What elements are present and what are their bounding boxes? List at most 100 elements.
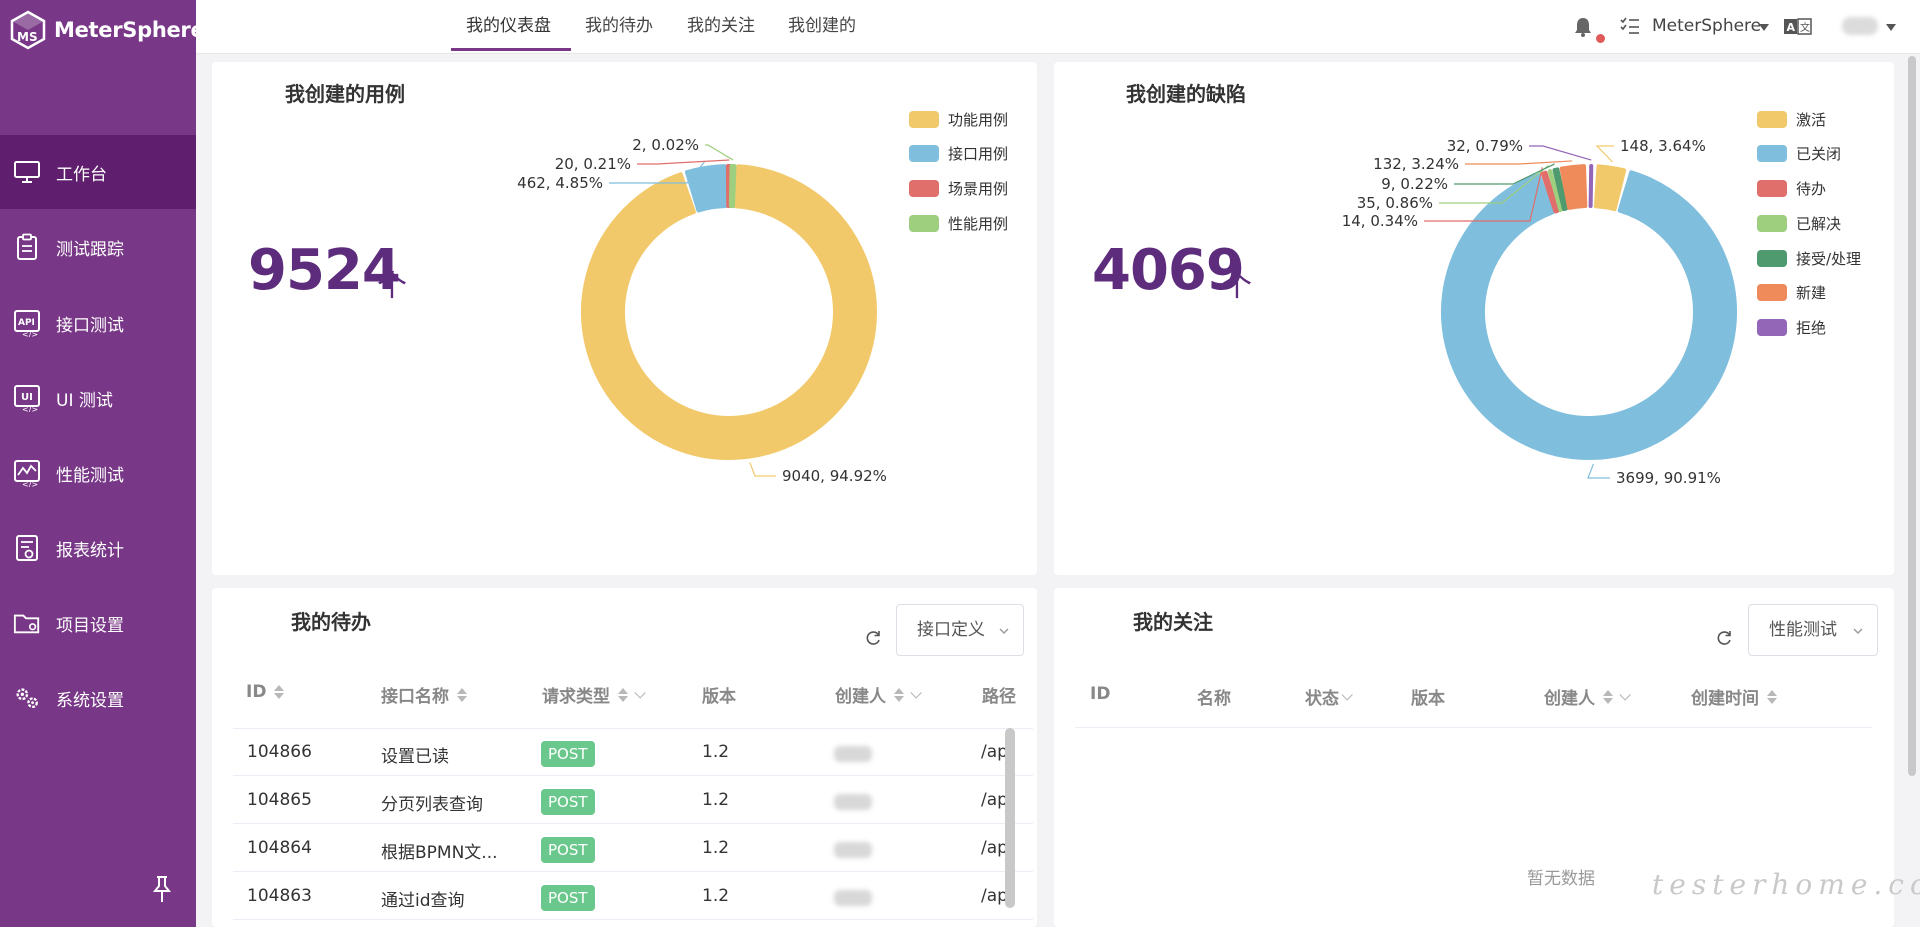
legend-item[interactable]: 新建 xyxy=(1757,283,1861,303)
donut-slice[interactable] xyxy=(1588,164,1594,209)
legend-label: 已关闭 xyxy=(1796,145,1842,164)
pin-icon[interactable] xyxy=(150,874,174,904)
sort-icon[interactable] xyxy=(1767,689,1777,705)
column-label: 状态 xyxy=(1305,689,1339,709)
sort-icon[interactable] xyxy=(894,687,904,703)
column-header-status[interactable]: 状态 xyxy=(1305,684,1353,709)
tab-my-todo[interactable]: 我的待办 xyxy=(585,0,653,52)
performance-chart-icon: </> xyxy=(13,459,41,487)
cell-name[interactable]: 分页列表查询 xyxy=(381,790,483,815)
legend-item[interactable]: 已解决 xyxy=(1757,213,1861,233)
project-switcher[interactable]: MeterSphere xyxy=(1652,16,1761,36)
column-header-creator[interactable]: 创建人 xyxy=(835,682,922,707)
svg-text:API: API xyxy=(18,318,35,328)
cell-creator xyxy=(834,842,872,858)
legend-item[interactable]: 功能用例 xyxy=(909,109,1008,129)
user-menu-caret-icon[interactable] xyxy=(1886,24,1896,31)
method-badge: POST xyxy=(541,885,595,911)
top-bar: 我的仪表盘 我的待办 我的关注 我创建的 MeterSphere A 文 xyxy=(196,0,1920,54)
legend-item[interactable]: 性能用例 xyxy=(909,213,1008,233)
sidebar-item-ui-test[interactable]: UI </> UI 测试 xyxy=(0,361,196,435)
sort-icon[interactable] xyxy=(457,687,467,703)
column-header-version[interactable]: 版本 xyxy=(702,682,736,707)
sidebar-item-api-test[interactable]: API </> 接口测试 xyxy=(0,286,196,360)
legend-swatch xyxy=(1757,249,1787,267)
follow-type-select[interactable]: 性能测试 xyxy=(1748,604,1878,656)
notification-bell-icon[interactable] xyxy=(1572,16,1594,38)
sidebar-item-label: 项目设置 xyxy=(56,615,124,636)
cell-name[interactable]: 设置已读 xyxy=(381,742,449,767)
legend-label: 拒绝 xyxy=(1796,319,1827,338)
label-leader-line xyxy=(705,144,734,161)
app-logo[interactable]: M S MeterSphere xyxy=(8,10,205,50)
tab-my-dashboard[interactable]: 我的仪表盘 xyxy=(466,0,551,52)
page-scrollbar[interactable] xyxy=(1908,56,1916,776)
refresh-icon[interactable] xyxy=(863,628,883,648)
tab-my-created[interactable]: 我创建的 xyxy=(788,0,856,52)
legend-swatch xyxy=(909,180,939,198)
card-title: 我的待办 xyxy=(291,610,371,634)
legend-label: 接受/处理 xyxy=(1796,249,1862,268)
column-header-create-time[interactable]: 创建时间 xyxy=(1691,684,1777,709)
refresh-icon[interactable] xyxy=(1714,628,1734,648)
filter-icon[interactable] xyxy=(634,686,646,699)
legend-item[interactable]: 拒绝 xyxy=(1757,318,1861,338)
sidebar-item-test-track[interactable]: 测试跟踪 xyxy=(0,210,196,284)
user-avatar[interactable] xyxy=(1842,17,1878,35)
sort-icon[interactable] xyxy=(618,687,628,703)
caret-down-icon[interactable] xyxy=(1759,24,1769,31)
cell-path: /ap xyxy=(981,742,1008,762)
filter-icon[interactable] xyxy=(1619,688,1631,701)
data-label: 9, 0.22% xyxy=(1381,175,1448,193)
data-label: 14, 0.34% xyxy=(1342,212,1418,230)
legend-item[interactable]: 已关闭 xyxy=(1757,144,1861,164)
donut-slice[interactable] xyxy=(1441,170,1737,460)
sidebar-item-project-settings[interactable]: 项目设置 xyxy=(0,586,196,660)
column-header-id[interactable]: ID xyxy=(246,682,285,702)
table-scrollbar[interactable] xyxy=(1005,728,1015,908)
filter-icon[interactable] xyxy=(910,686,922,699)
table-divider xyxy=(1075,727,1872,728)
cell-name[interactable]: 根据BPMN文... xyxy=(381,838,498,863)
cell-version: 1.2 xyxy=(702,790,730,810)
todo-type-select[interactable]: 接口定义 xyxy=(896,604,1024,656)
chevron-down-icon xyxy=(1851,626,1865,636)
legend-item[interactable]: 场景用例 xyxy=(909,179,1008,199)
column-label: 创建人 xyxy=(835,687,886,707)
legend-item[interactable]: 接口用例 xyxy=(909,144,1008,164)
column-header-id[interactable]: ID xyxy=(1090,684,1110,704)
column-header-name[interactable]: 名称 xyxy=(1197,684,1231,709)
donut-slice[interactable] xyxy=(728,164,737,209)
legend-item[interactable]: 待办 xyxy=(1757,179,1861,199)
method-badge: POST xyxy=(541,741,595,767)
column-label: ID xyxy=(1090,684,1111,704)
sort-icon[interactable] xyxy=(274,684,285,700)
column-header-method[interactable]: 请求类型 xyxy=(542,682,646,707)
sort-icon[interactable] xyxy=(1603,689,1613,705)
sidebar-item-workbench[interactable]: 工作台 xyxy=(0,135,196,209)
sidebar-item-system-settings[interactable]: 系统设置 xyxy=(0,661,196,735)
svg-text:</>: </> xyxy=(22,405,38,412)
donut-slice[interactable] xyxy=(581,164,877,460)
ui-test-icon: UI </> xyxy=(13,384,41,412)
legend-item[interactable]: 接受/处理 xyxy=(1757,248,1861,268)
column-header-version[interactable]: 版本 xyxy=(1411,684,1445,709)
column-header-name[interactable]: 接口名称 xyxy=(381,682,467,707)
language-switch-icon[interactable]: A 文 xyxy=(1784,18,1812,36)
sidebar-item-performance-test[interactable]: </> 性能测试 xyxy=(0,436,196,510)
sidebar: M S MeterSphere 工作台 测试跟踪 API </> 接口测试 UI <… xyxy=(0,0,205,927)
tab-my-follow[interactable]: 我的关注 xyxy=(687,0,755,52)
svg-text:</>: </> xyxy=(22,480,38,487)
column-header-path[interactable]: 路径 xyxy=(982,682,1016,707)
cell-name[interactable]: 通过id查询 xyxy=(381,886,465,911)
data-label: 3699, 90.91% xyxy=(1616,469,1721,487)
table-divider xyxy=(233,728,1033,729)
column-header-creator[interactable]: 创建人 xyxy=(1544,684,1631,709)
cell-path: /ap xyxy=(981,790,1008,810)
sidebar-item-report[interactable]: 报表统计 xyxy=(0,511,196,585)
filter-icon[interactable] xyxy=(1341,688,1353,701)
legend-item[interactable]: 激活 xyxy=(1757,109,1861,129)
legend-swatch xyxy=(1757,180,1787,198)
table-divider xyxy=(233,919,1033,920)
cell-id: 104866 xyxy=(247,742,312,762)
